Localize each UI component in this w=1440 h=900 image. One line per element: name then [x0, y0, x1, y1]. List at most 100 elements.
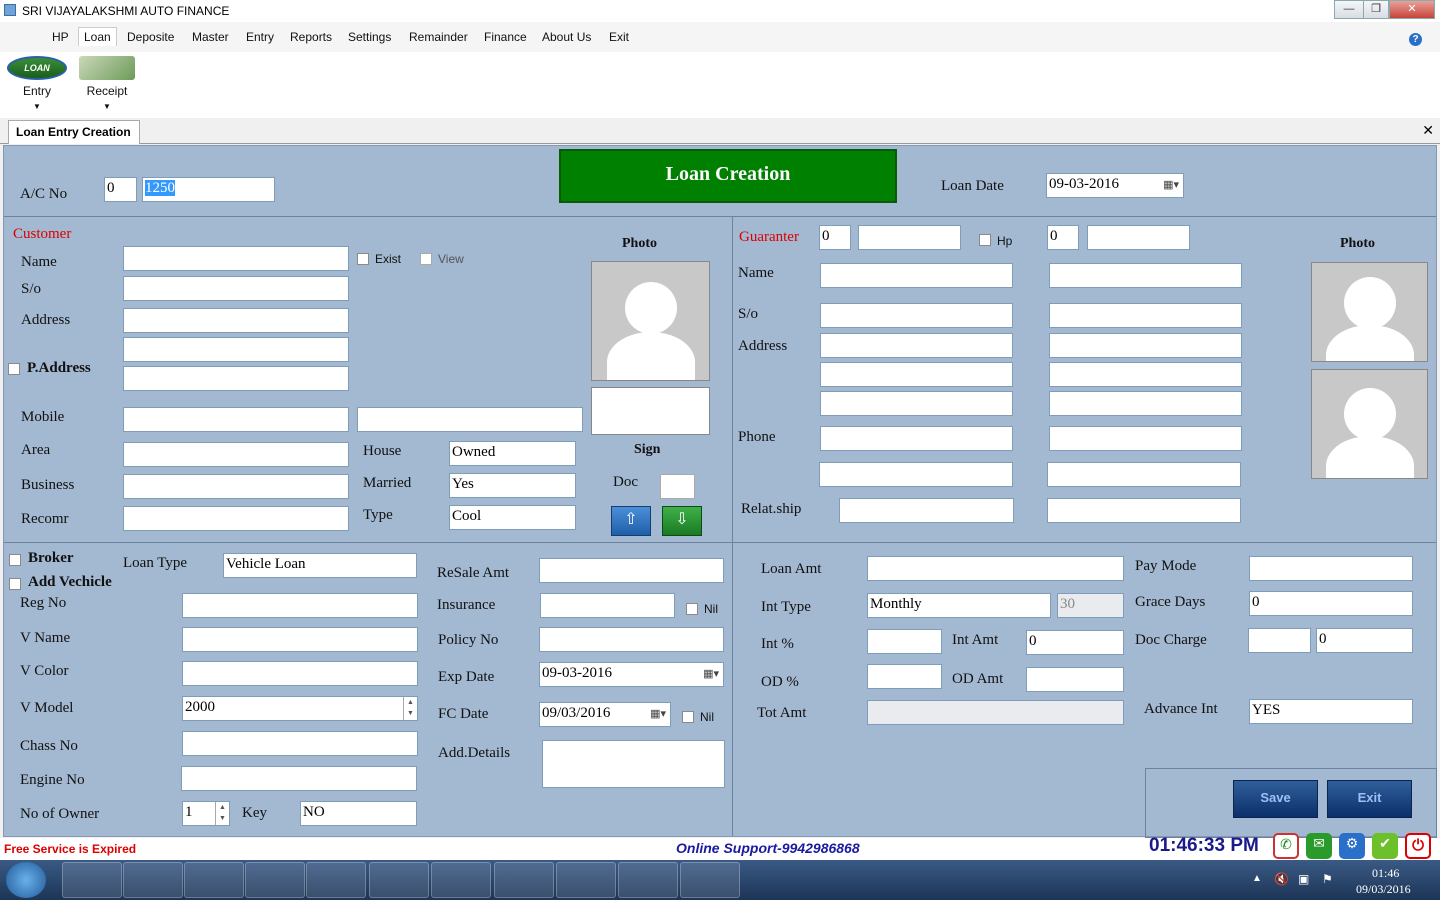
mobile-alt-input[interactable]: [357, 407, 583, 432]
minimize-button[interactable]: —: [1334, 0, 1364, 19]
stepper-down-icon[interactable]: ▼: [403, 708, 417, 720]
resale-amt-input[interactable]: [539, 558, 724, 583]
exist-checkbox[interactable]: [357, 253, 369, 265]
taskbar-paint-icon[interactable]: [680, 862, 740, 898]
menu-loan[interactable]: Loan: [78, 27, 117, 46]
menu-about-us[interactable]: About Us: [537, 28, 596, 46]
guarantor2-address-line1[interactable]: [1049, 333, 1242, 358]
network-icon[interactable]: ▣: [1298, 872, 1309, 887]
guarantor2-relatship-input[interactable]: [1047, 498, 1241, 523]
guarantor-id1-name-input[interactable]: [858, 225, 961, 250]
stepper-up-icon[interactable]: ▲: [215, 802, 229, 813]
hp-checkbox[interactable]: [979, 234, 991, 246]
doc-charge-input[interactable]: 0: [1316, 628, 1413, 653]
taskbar-teamviewer-icon[interactable]: [369, 862, 429, 898]
customer-photo-placeholder[interactable]: [591, 261, 710, 381]
guarantor2-phone-input[interactable]: [1049, 426, 1242, 451]
settings-icon[interactable]: ⚙: [1339, 833, 1365, 859]
customer-address-line1[interactable]: [123, 308, 349, 333]
od-amt-input[interactable]: [1026, 667, 1124, 692]
type-input[interactable]: Cool: [449, 505, 576, 530]
advance-int-input[interactable]: YES: [1249, 699, 1413, 724]
loan-date-picker[interactable]: 09-03-2016 ▦▾: [1046, 173, 1184, 198]
engine-no-input[interactable]: [181, 766, 417, 791]
guarantor1-address-line1[interactable]: [820, 333, 1013, 358]
exp-date-picker[interactable]: 09-03-2016 ▦▾: [539, 662, 724, 687]
maximize-button[interactable]: ❐: [1363, 0, 1389, 19]
save-button[interactable]: Save: [1233, 780, 1318, 818]
guarantor2-phone2-input[interactable]: [1047, 462, 1241, 487]
insurance-input[interactable]: [540, 593, 675, 618]
reg-no-input[interactable]: [182, 593, 418, 618]
stepper-down-icon[interactable]: ▼: [215, 813, 229, 825]
help-icon[interactable]: ?: [1409, 33, 1422, 46]
grace-days-input[interactable]: 0: [1249, 591, 1413, 616]
loan-amt-input[interactable]: [867, 556, 1124, 581]
taskbar-explorer-icon[interactable]: [184, 862, 244, 898]
v-color-input[interactable]: [182, 661, 418, 686]
customer-name-input[interactable]: [123, 246, 349, 271]
guarantor-id2-name-input[interactable]: [1087, 225, 1190, 250]
add-vehicle-checkbox[interactable]: [9, 578, 21, 590]
customer-so-input[interactable]: [123, 276, 349, 301]
volume-muted-icon[interactable]: 🔇: [1274, 872, 1289, 887]
guarantor1-address-line3[interactable]: [820, 391, 1013, 416]
guarantor1-relatship-input[interactable]: [839, 498, 1014, 523]
owners-stepper[interactable]: 1 ▲ ▼: [182, 801, 230, 826]
start-button-icon[interactable]: [6, 862, 46, 898]
menu-entry[interactable]: Entry: [241, 28, 279, 46]
taskbar-notepad-icon[interactable]: [306, 862, 366, 898]
guarantor1-photo-placeholder[interactable]: [1311, 262, 1428, 362]
guarantor1-phone-input[interactable]: [820, 426, 1013, 451]
guarantor2-address-line2[interactable]: [1049, 362, 1242, 387]
taskbar-calculator-icon[interactable]: [618, 862, 678, 898]
taskbar-windows-app2-icon[interactable]: [556, 862, 616, 898]
close-window-button[interactable]: ✕: [1389, 0, 1435, 19]
business-input[interactable]: [123, 474, 349, 499]
doc-box[interactable]: [660, 474, 695, 499]
od-pct-input[interactable]: [867, 664, 942, 689]
married-input[interactable]: Yes: [449, 473, 576, 498]
stepper-up-icon[interactable]: ▲: [403, 697, 417, 708]
chass-no-input[interactable]: [182, 731, 418, 756]
insurance-nil-checkbox[interactable]: [686, 603, 698, 615]
menu-exit[interactable]: Exit: [604, 28, 634, 46]
guarantor1-name-input[interactable]: [820, 263, 1013, 288]
fc-nil-checkbox[interactable]: [682, 711, 694, 723]
customer-address-line2[interactable]: [123, 337, 349, 362]
exit-button[interactable]: Exit: [1327, 780, 1412, 818]
pay-mode-input[interactable]: [1249, 556, 1413, 581]
receipt-ribbon-button[interactable]: Receipt ▼: [77, 56, 137, 111]
key-input[interactable]: NO: [300, 801, 417, 826]
taskbar-sql-icon[interactable]: [431, 862, 491, 898]
int-amt-input[interactable]: 0: [1026, 630, 1124, 655]
upload-icon[interactable]: ⇧: [611, 506, 651, 536]
guarantor1-so-input[interactable]: [820, 303, 1013, 328]
ac-prefix-input[interactable]: 0: [104, 177, 137, 202]
int-type-input[interactable]: Monthly: [867, 593, 1051, 618]
guarantor-id1-input[interactable]: 0: [819, 225, 851, 250]
v-model-stepper[interactable]: 2000 ▲ ▼: [182, 696, 418, 721]
menu-master[interactable]: Master: [187, 28, 234, 46]
guarantor-id2-input[interactable]: 0: [1047, 225, 1079, 250]
v-name-input[interactable]: [182, 627, 418, 652]
house-input[interactable]: Owned: [449, 441, 576, 466]
menu-reports[interactable]: Reports: [285, 28, 337, 46]
guarantor2-photo-placeholder[interactable]: [1311, 369, 1428, 479]
paddress-checkbox[interactable]: [8, 363, 20, 375]
tab-loan-entry-creation[interactable]: Loan Entry Creation: [8, 120, 140, 144]
loan-type-input[interactable]: Vehicle Loan: [223, 553, 417, 578]
menu-finance[interactable]: Finance: [479, 28, 532, 46]
ac-no-input[interactable]: 1250: [142, 177, 275, 202]
action-center-icon[interactable]: ⚑: [1322, 872, 1333, 887]
chat-icon[interactable]: ✔: [1372, 833, 1398, 859]
guarantor2-address-line3[interactable]: [1049, 391, 1242, 416]
guarantor2-name-input[interactable]: [1049, 263, 1242, 288]
entry-ribbon-button[interactable]: LOAN Entry ▼: [6, 56, 68, 111]
phone-icon[interactable]: ✆: [1273, 833, 1299, 859]
taskbar-media-player-icon[interactable]: [62, 862, 122, 898]
menu-remainder[interactable]: Remainder: [404, 28, 473, 46]
taskbar-windows-app-icon[interactable]: [494, 862, 554, 898]
guarantor1-phone2-input[interactable]: [819, 462, 1013, 487]
tray-expand-icon[interactable]: ▲: [1252, 873, 1262, 884]
